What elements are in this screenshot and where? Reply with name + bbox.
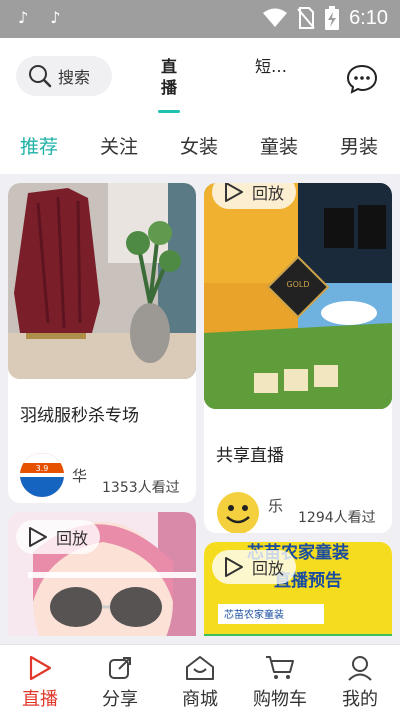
tab-label: 商城: [182, 689, 218, 710]
profile-icon: [348, 656, 372, 681]
category-kids[interactable]: 童装: [260, 132, 298, 159]
poster-label: 芯苗农家童装: [224, 608, 284, 621]
mall-house-icon: [186, 656, 214, 680]
category-recommend[interactable]: 推荐: [20, 132, 58, 159]
replay-badge[interactable]: 回放: [212, 550, 297, 584]
live-title: 共享直播: [216, 446, 284, 466]
live-feed: 羽绒服秒杀专场 3.9 华 1353人看过 GOLD 回放 共享直播 乐 129…: [0, 174, 400, 636]
tiktok-icon: ♪: [18, 8, 29, 27]
bottom-tab-bar: 直播 分享 商城 购物车 我的: [0, 644, 400, 720]
replay-label: 回放: [56, 529, 89, 548]
replay-badge[interactable]: 回放: [16, 520, 101, 554]
wifi-icon: [263, 8, 288, 27]
top-header: 搜索 直播 短…: [0, 38, 400, 118]
tab-profile[interactable]: 我的: [320, 655, 400, 711]
tab-active-indicator: [158, 110, 180, 113]
live-card[interactable]: 羽绒服秒杀专场 3.9 华 1353人看过: [8, 183, 196, 503]
play-icon: [225, 557, 243, 577]
avatar-text: 3.9: [36, 464, 49, 473]
channel-name: 乐: [268, 497, 284, 515]
tab-live[interactable]: 直播: [157, 56, 181, 98]
tab-label: 分享: [102, 689, 138, 710]
tab-label: 购物车: [253, 689, 307, 710]
status-time: 6:10: [349, 6, 388, 29]
tab-mall[interactable]: 商城: [160, 655, 240, 711]
status-bar: ♪ ♪ 6:10: [0, 0, 400, 38]
tab-cart[interactable]: 购物车: [240, 655, 320, 711]
no-sim-icon: [297, 7, 315, 29]
replay-badge[interactable]: 回放: [212, 183, 297, 209]
category-womens[interactable]: 女装: [180, 132, 218, 159]
cart-icon: [266, 656, 294, 679]
tab-live[interactable]: 直播: [0, 655, 80, 711]
live-title: 羽绒服秒杀专场: [20, 406, 139, 426]
play-triangle-icon: [29, 655, 52, 681]
live-card[interactable]: GOLD 回放 共享直播 乐 1294人看过: [204, 183, 392, 533]
search-button[interactable]: 搜索: [16, 56, 112, 96]
play-icon: [225, 183, 243, 202]
live-thumbnail: [8, 183, 196, 379]
channel-avatar[interactable]: 3.9: [20, 453, 64, 497]
tab-short-video[interactable]: 短…: [255, 56, 287, 77]
live-thumbnail: GOLD: [204, 183, 392, 409]
replay-label: 回放: [252, 559, 285, 578]
tab-label: 我的: [342, 689, 378, 710]
tab-label: 直播: [22, 689, 58, 710]
replay-label: 回放: [252, 184, 285, 203]
play-icon: [29, 527, 47, 547]
viewer-count: 1294人看过: [298, 510, 376, 526]
viewer-count: 1353人看过: [102, 480, 180, 496]
search-icon: [29, 65, 52, 88]
category-follow[interactable]: 关注: [100, 132, 138, 159]
tab-share[interactable]: 分享: [80, 655, 160, 711]
live-card[interactable]: 回放: [8, 512, 196, 636]
search-label: 搜索: [58, 68, 91, 87]
channel-name: 华: [72, 467, 88, 485]
share-icon: [109, 657, 131, 679]
gold-logo-text: GOLD: [286, 280, 309, 289]
live-card[interactable]: 芯苗农家童装 直播预告 芯苗农家童装 回放: [204, 542, 392, 636]
category-bar: 推荐 关注 女装 童装 男装: [0, 118, 400, 174]
chat-bubble-icon[interactable]: [346, 64, 378, 94]
channel-avatar[interactable]: [216, 491, 260, 533]
category-mens[interactable]: 男装: [340, 132, 378, 159]
tiktok-icon: ♪: [50, 8, 61, 27]
battery-charging-icon: [325, 6, 340, 30]
